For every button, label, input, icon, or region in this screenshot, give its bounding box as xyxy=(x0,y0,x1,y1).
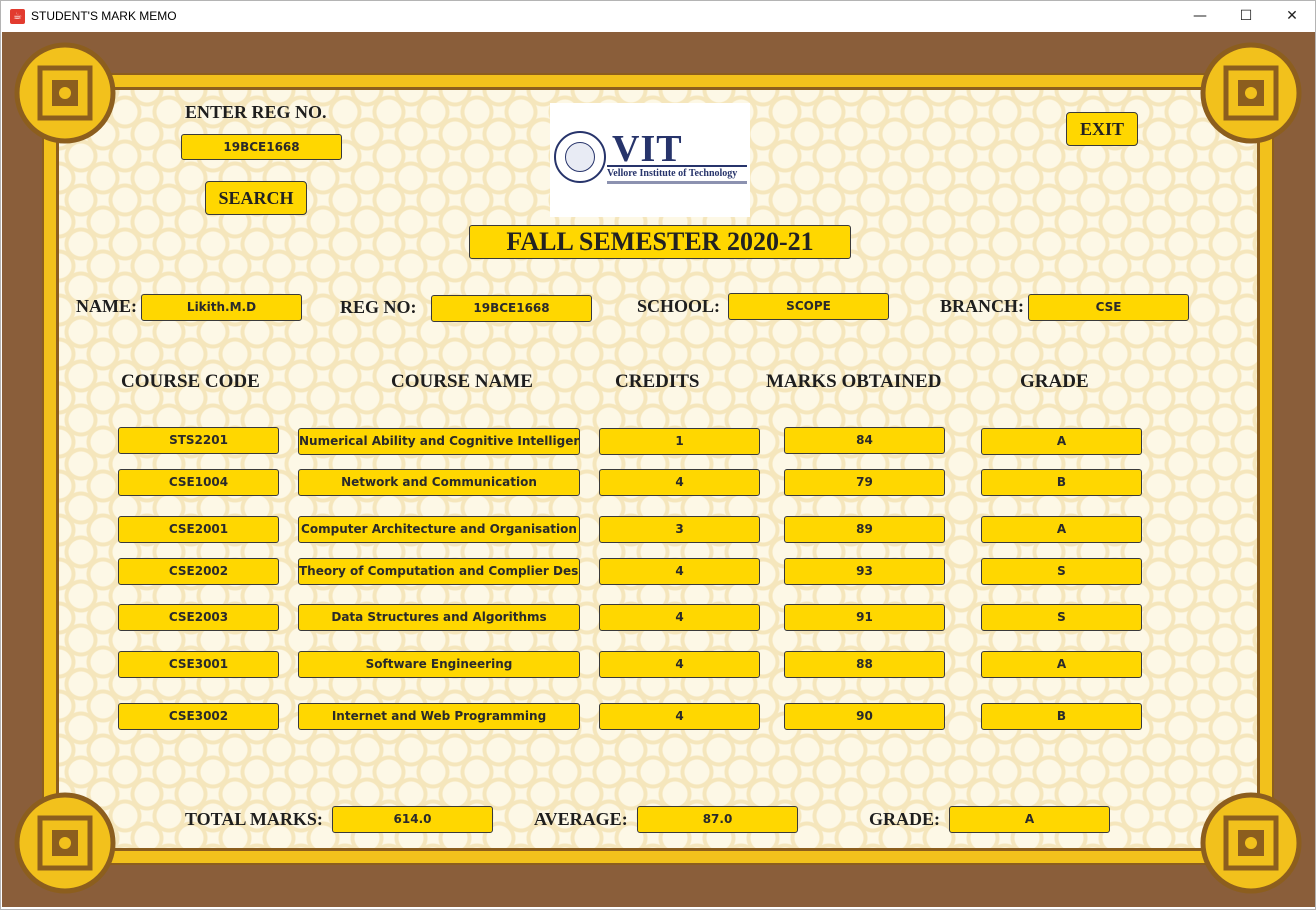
ornament-corner-bottom-left xyxy=(10,788,120,898)
header-course-code: COURSE CODE xyxy=(121,371,260,392)
row7-course-name[interactable]: Internet and Web Programming xyxy=(298,703,580,730)
overall-grade-field[interactable]: A xyxy=(949,806,1110,833)
ornament-corner-bottom-right xyxy=(1196,788,1306,898)
name-label: NAME: xyxy=(76,296,137,316)
reg-search-input[interactable]: 19BCE1668 xyxy=(181,134,342,160)
search-button[interactable]: SEARCH xyxy=(205,181,307,215)
row3-grade[interactable]: A xyxy=(981,516,1142,543)
row3-course-name[interactable]: Computer Architecture and Organisation xyxy=(298,516,580,543)
row1-grade[interactable]: A xyxy=(981,428,1142,455)
school-label: SCHOOL: xyxy=(637,296,721,316)
vit-logo: VIT Vellore Institute of Technology xyxy=(550,103,750,217)
branch-field[interactable]: CSE xyxy=(1028,294,1189,321)
row4-marks[interactable]: 93 xyxy=(784,558,945,585)
header-course-name: COURSE NAME xyxy=(391,371,533,392)
row2-course-code[interactable]: CSE1004 xyxy=(118,469,279,496)
header-grade: GRADE xyxy=(1020,371,1089,392)
ornament-corner-top-right xyxy=(1196,38,1306,148)
semester-title: FALL SEMESTER 2020-21 xyxy=(469,225,851,259)
row7-marks[interactable]: 90 xyxy=(784,703,945,730)
ornament-corner-top-left xyxy=(10,38,120,148)
row1-credits[interactable]: 1 xyxy=(599,428,760,455)
window-title: STUDENT'S MARK MEMO xyxy=(31,9,177,23)
row4-course-name[interactable]: Theory of Computation and Complier Desig… xyxy=(298,558,580,585)
row4-credits[interactable]: 4 xyxy=(599,558,760,585)
row6-grade[interactable]: A xyxy=(981,651,1142,678)
exit-button[interactable]: EXIT xyxy=(1066,112,1138,146)
row4-grade[interactable]: S xyxy=(981,558,1142,585)
java-cup-icon: ☕ xyxy=(10,9,25,24)
branch-label: BRANCH: xyxy=(940,296,1024,316)
row7-grade[interactable]: B xyxy=(981,703,1142,730)
average-field[interactable]: 87.0 xyxy=(637,806,798,833)
row6-credits[interactable]: 4 xyxy=(599,651,760,678)
row4-course-code[interactable]: CSE2002 xyxy=(118,558,279,585)
header-credits: CREDITS xyxy=(615,371,700,392)
row2-marks[interactable]: 79 xyxy=(784,469,945,496)
total-marks-field[interactable]: 614.0 xyxy=(332,806,493,833)
header-marks-obtained: MARKS OBTAINED xyxy=(766,371,942,392)
row5-credits[interactable]: 4 xyxy=(599,604,760,631)
row6-marks[interactable]: 88 xyxy=(784,651,945,678)
row5-course-name[interactable]: Data Structures and Algorithms xyxy=(298,604,580,631)
total-marks-label: TOTAL MARKS: xyxy=(185,809,323,829)
regno-label: REG NO: xyxy=(340,297,417,317)
row3-marks[interactable]: 89 xyxy=(784,516,945,543)
row2-grade[interactable]: B xyxy=(981,469,1142,496)
minimize-button[interactable]: — xyxy=(1177,1,1223,32)
row7-credits[interactable]: 4 xyxy=(599,703,760,730)
row3-credits[interactable]: 3 xyxy=(599,516,760,543)
overall-grade-label: GRADE: xyxy=(869,809,940,829)
row1-course-name[interactable]: Numerical Ability and Cognitive Intellig… xyxy=(298,428,580,455)
name-field[interactable]: Likith.M.D xyxy=(141,294,302,321)
row6-course-name[interactable]: Software Engineering xyxy=(298,651,580,678)
row5-marks[interactable]: 91 xyxy=(784,604,945,631)
row2-course-name[interactable]: Network and Communication xyxy=(298,469,580,496)
school-field[interactable]: SCOPE xyxy=(728,293,889,320)
row1-marks[interactable]: 84 xyxy=(784,427,945,454)
row7-course-code[interactable]: CSE3002 xyxy=(118,703,279,730)
row1-course-code[interactable]: STS2201 xyxy=(118,427,279,454)
maximize-button[interactable]: ☐ xyxy=(1223,1,1269,32)
enter-reg-label: ENTER REG NO. xyxy=(185,102,327,122)
row3-course-code[interactable]: CSE2001 xyxy=(118,516,279,543)
row2-credits[interactable]: 4 xyxy=(599,469,760,496)
close-button[interactable]: ✕ xyxy=(1269,1,1315,32)
university-seal-icon xyxy=(554,131,606,183)
regno-field[interactable]: 19BCE1668 xyxy=(431,295,592,322)
memo-panel: ENTER REG NO. 19BCE1668 SEARCH VIT Vello… xyxy=(2,32,1315,907)
app-window: ☕ STUDENT'S MARK MEMO — ☐ ✕ ENTER REG NO… xyxy=(0,0,1316,910)
row5-course-code[interactable]: CSE2003 xyxy=(118,604,279,631)
title-bar: ☕ STUDENT'S MARK MEMO — ☐ ✕ xyxy=(1,1,1315,32)
row5-grade[interactable]: S xyxy=(981,604,1142,631)
average-label: AVERAGE: xyxy=(534,809,628,829)
row6-course-code[interactable]: CSE3001 xyxy=(118,651,279,678)
logo-subtitle: Vellore Institute of Technology xyxy=(607,168,738,179)
